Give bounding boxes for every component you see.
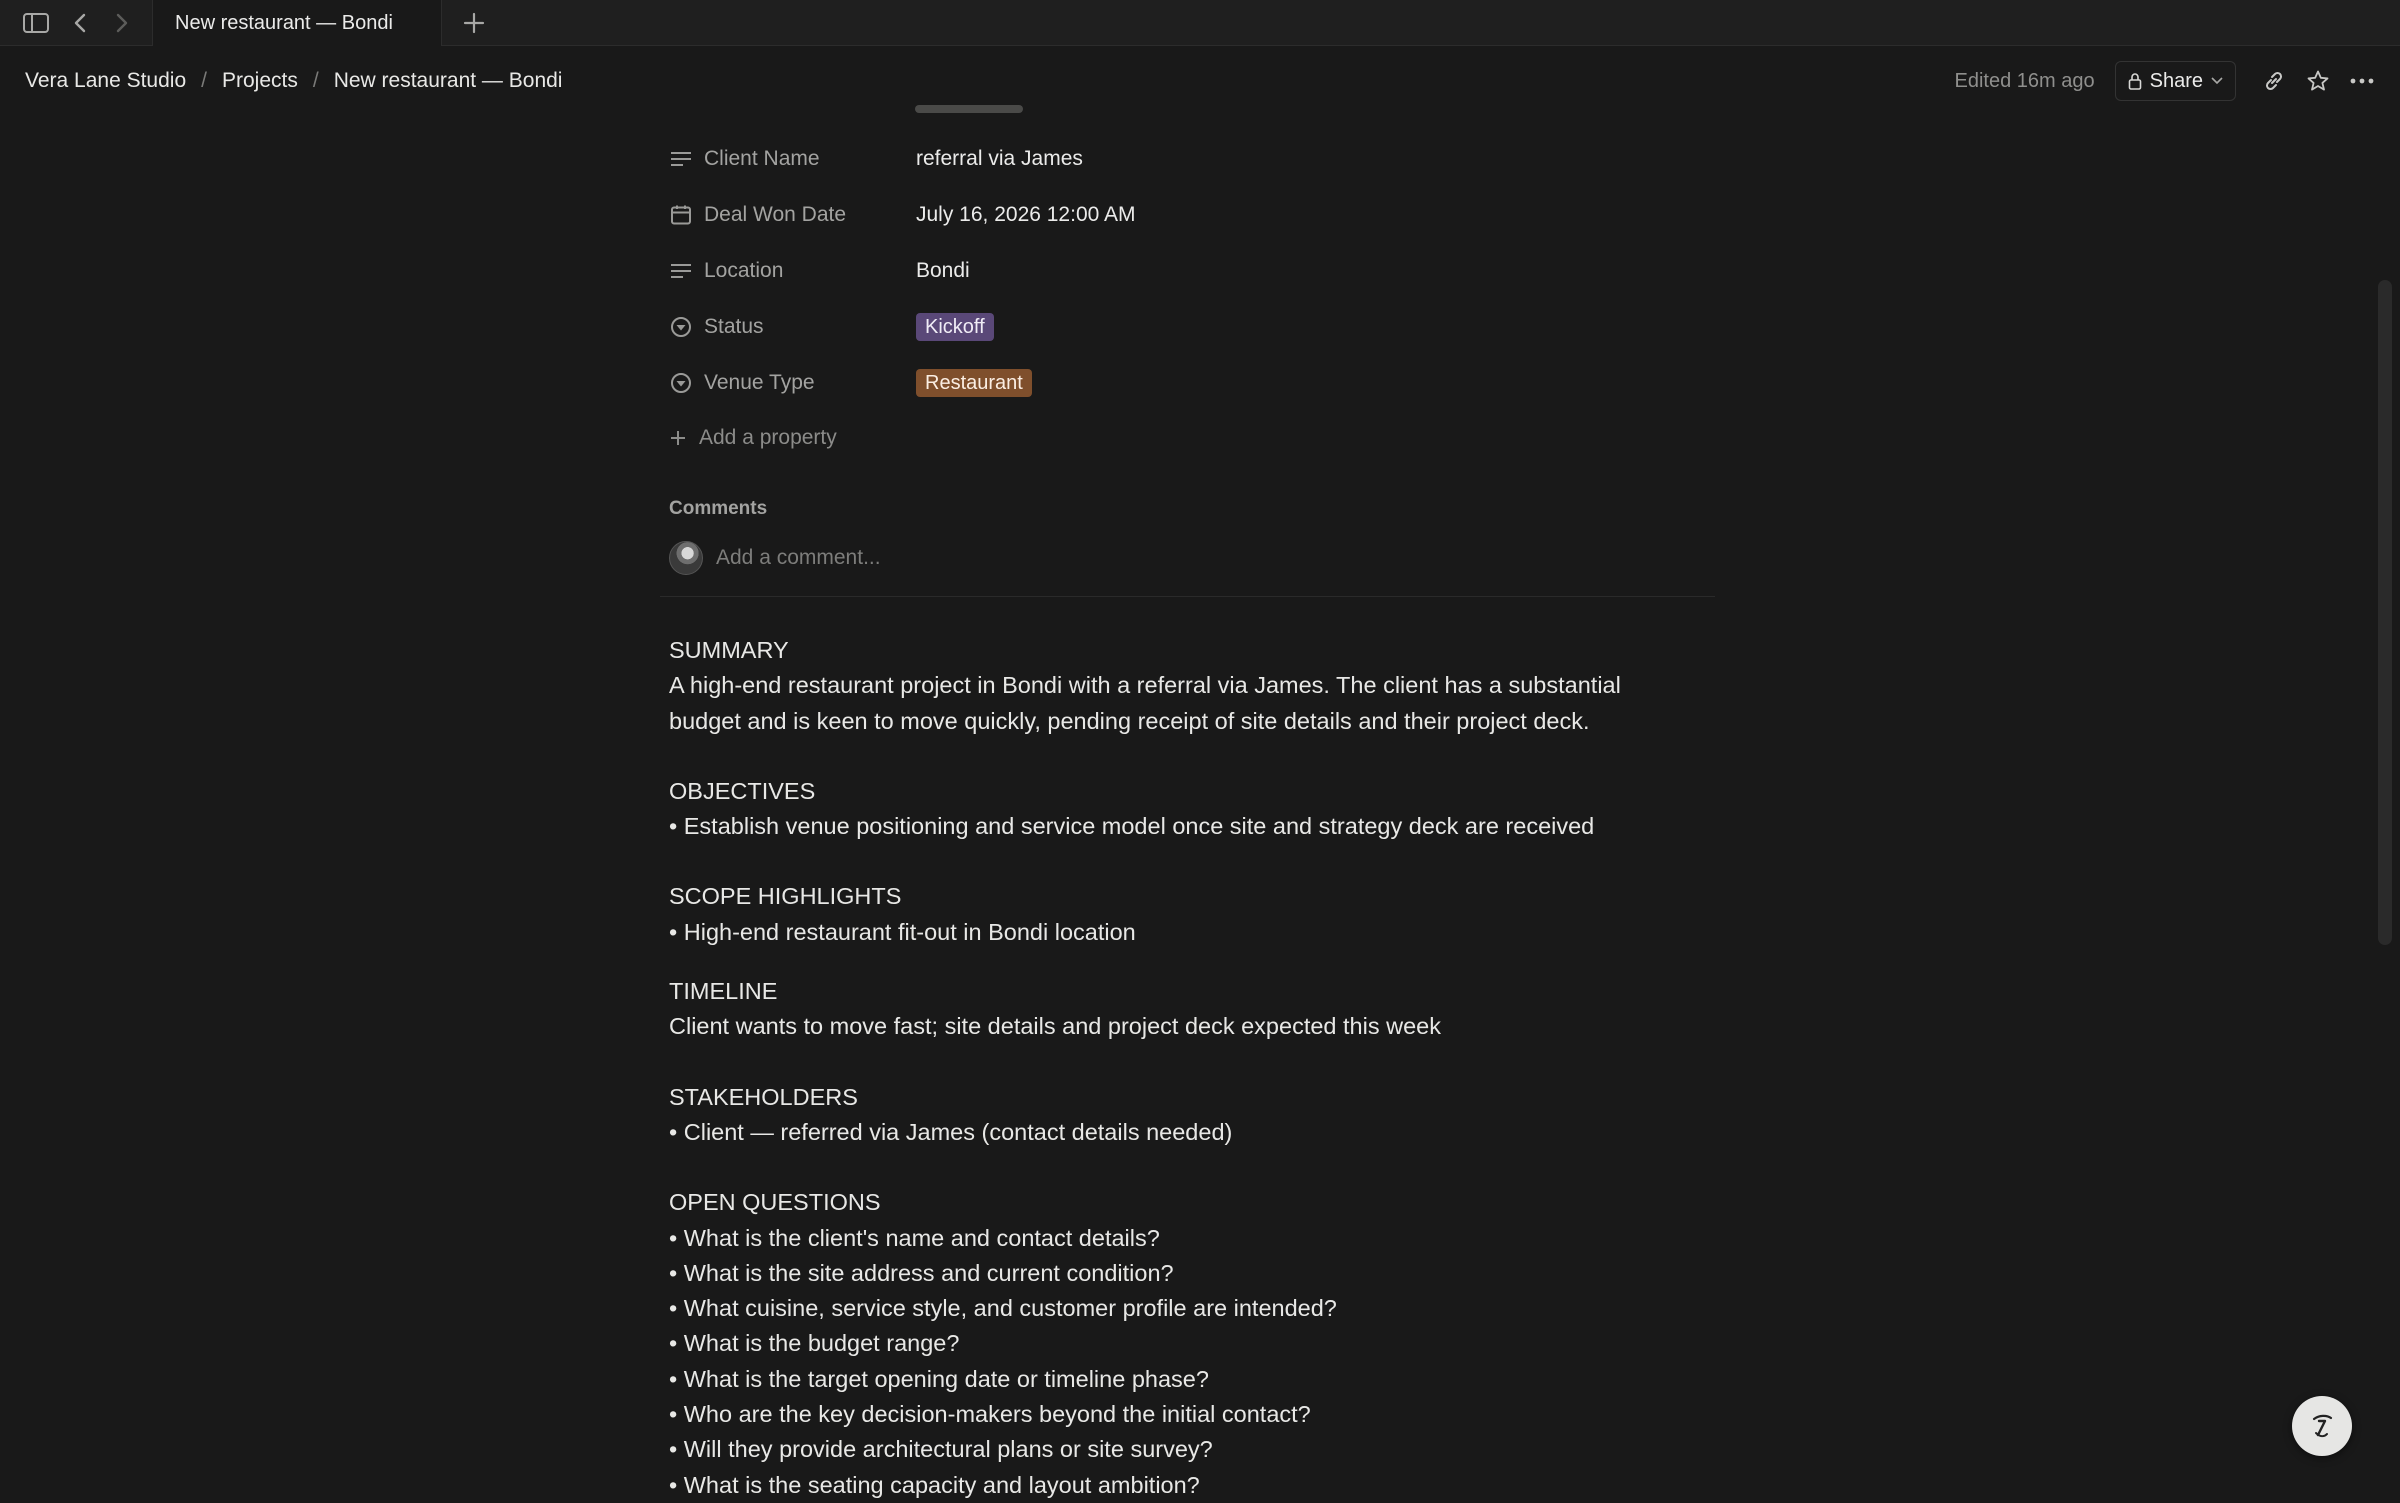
share-label: Share <box>2149 69 2203 92</box>
divider <box>660 596 1715 597</box>
back-arrow-icon[interactable] <box>62 6 98 40</box>
chevron-down-icon <box>2211 77 2223 85</box>
comments-heading: Comments <box>669 498 768 519</box>
breadcrumb-current-page[interactable]: New restaurant — Bondi <box>333 69 564 93</box>
tab-title: New restaurant — Bondi <box>175 11 393 34</box>
breadcrumb-projects[interactable]: Projects <box>221 69 299 93</box>
breadcrumb-separator: / <box>312 69 319 92</box>
comment-composer[interactable]: Add a comment... <box>669 539 881 577</box>
breadcrumb-workspace[interactable]: Vera Lane Studio <box>24 69 187 93</box>
property-deal-won-date[interactable]: Deal Won Date July 16, 2026 12:00 AM <box>669 193 1719 237</box>
question-item: • Who are the key decision-makers beyond… <box>669 1401 1311 1428</box>
question-item: • What cuisine, service style, and custo… <box>669 1295 1337 1322</box>
question-item: • What is the budget range? <box>669 1330 960 1357</box>
property-name: Status <box>704 315 764 338</box>
comment-input[interactable]: Add a comment... <box>716 546 881 570</box>
property-value[interactable]: Restaurant <box>916 369 1032 397</box>
page-header: Vera Lane Studio / Projects / New restau… <box>0 46 2400 116</box>
status-icon <box>669 315 693 339</box>
calendar-icon <box>669 203 693 227</box>
objective-item: • Establish venue positioning and servic… <box>669 813 1595 840</box>
stakeholder-item: • Client — referred via James (contact d… <box>669 1118 1233 1145</box>
plus-icon <box>671 431 685 445</box>
text-lines-icon <box>669 147 693 171</box>
help-assistant-icon <box>2312 1414 2333 1438</box>
property-name: Deal Won Date <box>704 203 847 226</box>
edited-timestamp[interactable]: Edited 16m ago <box>1955 70 2095 93</box>
property-value[interactable]: Bondi <box>916 259 970 283</box>
more-options-icon[interactable] <box>2342 61 2382 101</box>
question-item: • What is the site address and current c… <box>669 1259 1174 1286</box>
question-item: • What is the client's name and contact … <box>669 1224 1160 1251</box>
page-body[interactable]: SUMMARY A high-end restaurant project in… <box>669 633 1689 1503</box>
tab-bar: New restaurant — Bondi <box>0 0 2400 46</box>
text-lines-icon <box>669 259 693 283</box>
timeline-line: Client wants to move fast; site details … <box>669 1013 1441 1040</box>
question-item: • Will they provide architectural plans … <box>669 1436 1213 1463</box>
sidebar-toggle-icon[interactable] <box>18 6 54 40</box>
select-icon <box>669 371 693 395</box>
share-button[interactable]: Share <box>2114 61 2236 101</box>
property-status[interactable]: Status Kickoff <box>669 305 1719 349</box>
section-heading-objectives: OBJECTIVES <box>669 777 816 804</box>
tab-active[interactable]: New restaurant — Bondi <box>152 0 442 46</box>
venue-type-tag[interactable]: Restaurant <box>916 369 1032 397</box>
property-value[interactable]: July 16, 2026 12:00 AM <box>916 203 1136 227</box>
new-tab-plus-icon[interactable] <box>456 6 492 40</box>
scrollbar-thumb[interactable] <box>2378 280 2392 945</box>
question-item: • What is the target opening date or tim… <box>669 1365 1209 1392</box>
section-heading-open-questions: OPEN QUESTIONS <box>669 1189 881 1216</box>
breadcrumb-separator: / <box>201 69 207 92</box>
add-property-label: Add a property <box>699 426 837 449</box>
breadcrumb: Vera Lane Studio / Projects / New restau… <box>24 46 563 116</box>
copy-link-icon[interactable] <box>2254 61 2294 101</box>
question-item: • What is the seating capacity and layou… <box>669 1471 1200 1498</box>
summary-line: A high-end restaurant project in Bondi w… <box>669 672 1621 699</box>
lock-icon <box>2128 73 2141 90</box>
summary-line: budget and is keen to move quickly, pend… <box>669 707 1590 734</box>
header-actions: Edited 16m ago Share <box>1955 46 2400 116</box>
property-venue-type[interactable]: Venue Type Restaurant <box>669 361 1719 405</box>
property-value[interactable]: referral via James <box>916 147 1083 171</box>
favorite-star-icon[interactable] <box>2298 61 2338 101</box>
property-name: Location <box>704 259 784 282</box>
property-name: Client Name <box>704 147 820 170</box>
status-tag[interactable]: Kickoff <box>916 313 994 341</box>
scope-item: • High-end restaurant fit-out in Bondi l… <box>669 918 1136 945</box>
help-button[interactable] <box>2292 1396 2352 1456</box>
property-value[interactable]: Kickoff <box>916 313 994 341</box>
avatar <box>669 541 703 575</box>
property-name: Venue Type <box>704 371 815 394</box>
property-location[interactable]: Location Bondi <box>669 249 1719 293</box>
add-property-button[interactable]: Add a property <box>669 418 837 458</box>
section-heading-stakeholders: STAKEHOLDERS <box>669 1083 858 1110</box>
clipped-property-row <box>669 95 1089 117</box>
section-heading-summary: SUMMARY <box>669 637 789 663</box>
forward-arrow-icon[interactable] <box>104 6 140 40</box>
property-client-name[interactable]: Client Name referral via James <box>669 137 1719 181</box>
section-heading-scope: SCOPE HIGHLIGHTS <box>669 883 902 910</box>
section-heading-timeline: TIMELINE <box>669 978 778 1005</box>
